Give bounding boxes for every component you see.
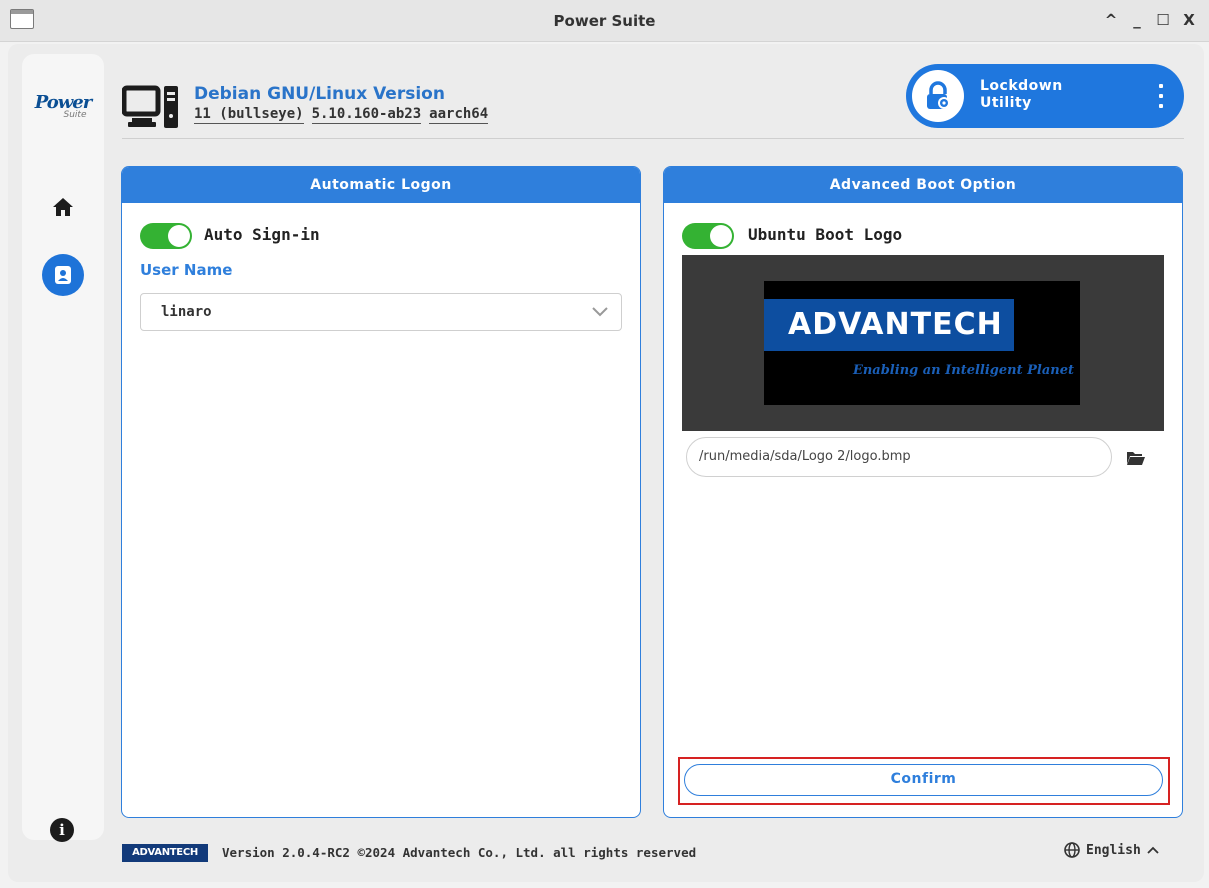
os-title: Debian GNU/Linux Version [194, 84, 445, 104]
lock-gear-icon [912, 70, 964, 122]
lockdown-utility-button[interactable]: Lockdown Utility [906, 64, 1184, 128]
lockdown-line1: Lockdown [980, 78, 1063, 94]
version-text: Version 2.0.4-RC2 ©2024 Advantech Co., L… [222, 845, 697, 860]
window-maximize-button[interactable]: ☐ [1153, 10, 1173, 30]
lockdown-label: Lockdown Utility [980, 78, 1063, 112]
logo-path-input[interactable]: /run/media/sda/Logo 2/logo.bmp [686, 437, 1112, 477]
auto-signin-toggle[interactable] [140, 223, 192, 249]
user-name-select[interactable]: linaro [140, 293, 622, 331]
window-minimize-button[interactable]: _ [1127, 10, 1147, 30]
os-details: 11 (bullseye) 5.10.160-ab23 aarch64 [194, 106, 489, 124]
architecture: aarch64 [429, 106, 489, 124]
logo-tagline: Enabling an Intelligent Planet [852, 363, 1074, 378]
window-title: Power Suite [553, 12, 656, 30]
confirm-button[interactable]: Confirm [684, 764, 1163, 796]
info-icon[interactable]: i [50, 818, 74, 842]
automatic-logon-title: Automatic Logon [122, 167, 640, 203]
chevron-down-icon [592, 307, 608, 317]
auto-signin-label: Auto Sign-in [204, 225, 320, 244]
header-divider [122, 138, 1184, 139]
window-controls: ^ _ ☐ X [1101, 10, 1199, 30]
app-window: Power Suite i Debian GNU/Linux Version 1… [8, 44, 1204, 882]
boot-logo-preview: ADVANTECH Enabling an Intelligent Planet [682, 255, 1164, 431]
window-shade-button[interactable]: ^ [1101, 10, 1121, 30]
globe-icon [1064, 842, 1080, 858]
advanced-boot-panel: Advanced Boot Option Ubuntu Boot Logo AD… [663, 166, 1183, 818]
advanced-boot-title: Advanced Boot Option [664, 167, 1182, 203]
footer-advantech-logo: ADVANTECH [122, 844, 208, 862]
automatic-logon-panel: Automatic Logon Auto Sign-in User Name l… [121, 166, 641, 818]
advantech-logo-image: ADVANTECH Enabling an Intelligent Planet [764, 281, 1080, 405]
folder-open-icon[interactable] [1126, 450, 1146, 470]
home-icon [53, 198, 73, 216]
computer-icon [121, 84, 180, 134]
confirm-highlight: Confirm [678, 757, 1170, 805]
brand-logo: Power Suite [28, 92, 98, 120]
sidebar-item-user[interactable] [42, 254, 84, 296]
user-card-icon [55, 266, 71, 284]
sidebar-item-home[interactable] [48, 192, 78, 222]
boot-logo-toggle[interactable] [682, 223, 734, 249]
title-bar: Power Suite ^ _ ☐ X [0, 0, 1209, 42]
boot-logo-label: Ubuntu Boot Logo [748, 225, 903, 244]
user-name-label: User Name [140, 261, 233, 279]
chevron-up-icon [1147, 846, 1159, 854]
logo-wordmark: ADVANTECH [788, 307, 1003, 342]
kernel-version: 5.10.160-ab23 [311, 106, 422, 124]
sidebar: Power Suite i [22, 54, 104, 842]
os-version: 11 (bullseye) [194, 106, 304, 124]
language-selector[interactable]: English [1064, 842, 1159, 858]
more-vertical-icon[interactable] [1158, 84, 1164, 108]
language-label: English [1086, 842, 1141, 858]
lockdown-line2: Utility [980, 95, 1032, 111]
window-close-button[interactable]: X [1179, 10, 1199, 30]
user-name-value: linaro [161, 304, 212, 320]
